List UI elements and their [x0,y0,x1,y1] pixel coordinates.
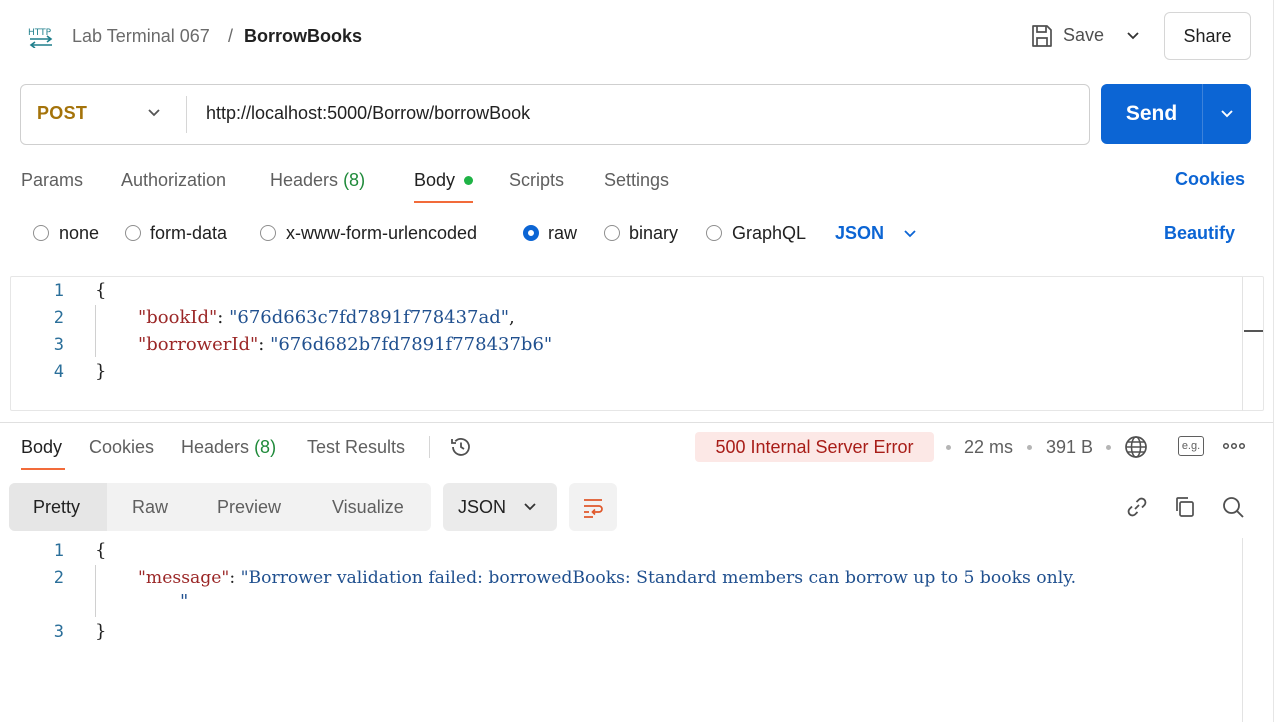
response-tab-cookies[interactable]: Cookies [89,437,154,458]
radio-none-label[interactable]: none [59,223,99,244]
indent-guide [95,565,96,617]
breadcrumb-current[interactable]: BorrowBooks [244,25,362,47]
radio-urlencoded-label[interactable]: x-www-form-urlencoded [286,223,477,244]
code-open-brace: { [95,540,107,561]
breadcrumb-separator: / [228,26,234,46]
editor-scrollbar-marker[interactable] [1244,330,1263,332]
copy-icon[interactable] [1172,494,1198,520]
beautify-button[interactable]: Beautify [1164,223,1235,244]
http-icon: HTTP [28,28,53,48]
view-raw[interactable]: Raw [132,497,168,518]
line-number: 2 [53,308,64,328]
tab-headers[interactable]: Headers (8) [270,169,365,191]
json-value: "676d682b7fd7891f778437b6" [270,334,553,355]
response-time[interactable]: 22 ms [964,437,1013,458]
chevron-down-icon[interactable] [1124,27,1142,45]
language-select[interactable]: JSON [835,223,884,244]
response-tab-body[interactable]: Body [21,437,62,458]
share-button[interactable]: Share [1164,12,1251,60]
response-tab-separator [429,436,430,458]
link-icon[interactable] [1124,494,1150,520]
tab-settings[interactable]: Settings [604,169,669,191]
panel-divider[interactable] [0,422,1274,423]
code-close-brace: } [95,361,107,382]
method-select[interactable]: POST [37,103,87,124]
meta-separator-dot [1027,445,1032,450]
example-icon[interactable]: e.g. [1178,436,1204,456]
line-number: 1 [53,541,64,561]
status-badge[interactable]: 500 Internal Server Error [695,432,934,462]
url-bar [20,84,1090,145]
radio-none[interactable] [33,225,49,241]
chevron-down-icon[interactable] [1217,104,1237,124]
line-number: 1 [53,281,64,301]
view-preview[interactable]: Preview [217,497,281,518]
history-icon[interactable] [448,434,474,460]
response-format-label[interactable]: JSON [458,497,506,518]
radio-graphql[interactable] [706,225,722,241]
tab-authorization[interactable]: Authorization [121,169,226,191]
json-key: "bookId" [138,307,218,328]
url-divider [186,96,187,133]
chevron-down-icon[interactable] [145,104,163,122]
radio-form-data[interactable] [125,225,141,241]
json-value: "Borrower validation failed: borrowedBoo… [240,568,1077,588]
meta-separator-dot [1106,445,1111,450]
response-scrollbar-track[interactable] [1242,538,1243,722]
chevron-down-icon[interactable] [521,498,539,516]
code-line: "message": "Borrower validation failed: … [138,568,1077,588]
view-pretty[interactable]: Pretty [33,497,80,518]
json-key: "borrowerId" [138,334,259,355]
response-tab-headers-count: (8) [254,437,277,457]
editor-scrollbar-track[interactable] [1242,277,1243,411]
code-line: "bookId": "676d663c7fd7891f778437ad", [138,307,515,328]
more-icon[interactable] [1222,436,1246,456]
meta-separator-dot [946,445,951,450]
globe-icon[interactable] [1123,434,1149,460]
radio-binary[interactable] [604,225,620,241]
window-right-border [1273,0,1274,722]
radio-urlencoded[interactable] [260,225,276,241]
save-button[interactable]: Save [1063,25,1104,46]
code-close-brace: } [95,621,107,642]
response-size[interactable]: 391 B [1046,437,1093,458]
search-icon[interactable] [1220,494,1246,520]
response-tab-headers[interactable]: Headers (8) [181,437,276,458]
tab-body[interactable]: Body [414,169,455,191]
response-tab-test-results[interactable]: Test Results [307,437,405,458]
tab-params[interactable]: Params [21,169,83,191]
view-visualize[interactable]: Visualize [332,497,404,518]
send-split-divider [1202,84,1203,144]
tab-headers-count: (8) [343,170,366,190]
breadcrumb-parent[interactable]: Lab Terminal 067 [72,25,210,47]
line-number: 3 [53,622,64,642]
tab-headers-label: Headers [270,170,339,190]
chevron-down-icon[interactable] [901,225,919,243]
json-key: "message" [138,568,230,588]
body-modified-dot [464,176,473,185]
json-value: "676d663c7fd7891f778437ad" [229,307,510,328]
save-icon[interactable] [1030,23,1054,49]
line-number: 2 [53,568,64,588]
tab-scripts[interactable]: Scripts [509,169,564,191]
radio-binary-label[interactable]: binary [629,223,678,244]
json-value-continuation: " [180,591,189,612]
radio-graphql-label[interactable]: GraphQL [732,223,806,244]
send-button[interactable]: Send [1101,84,1202,144]
line-number: 4 [53,362,64,382]
code-line: "borrowerId": "676d682b7fd7891f778437b6" [138,334,553,355]
url-input[interactable]: http://localhost:5000/Borrow/borrowBook [206,103,530,124]
wrap-icon[interactable] [581,495,605,519]
code-open-brace: { [95,280,107,301]
radio-form-data-label[interactable]: form-data [150,223,227,244]
cookies-link[interactable]: Cookies [1175,169,1245,190]
response-tab-headers-label: Headers [181,437,250,457]
line-number: 3 [53,335,64,355]
radio-raw[interactable] [523,225,539,241]
response-tab-underline [21,468,65,470]
indent-guide [95,305,96,357]
radio-raw-label[interactable]: raw [548,223,577,244]
active-tab-underline [414,201,473,203]
